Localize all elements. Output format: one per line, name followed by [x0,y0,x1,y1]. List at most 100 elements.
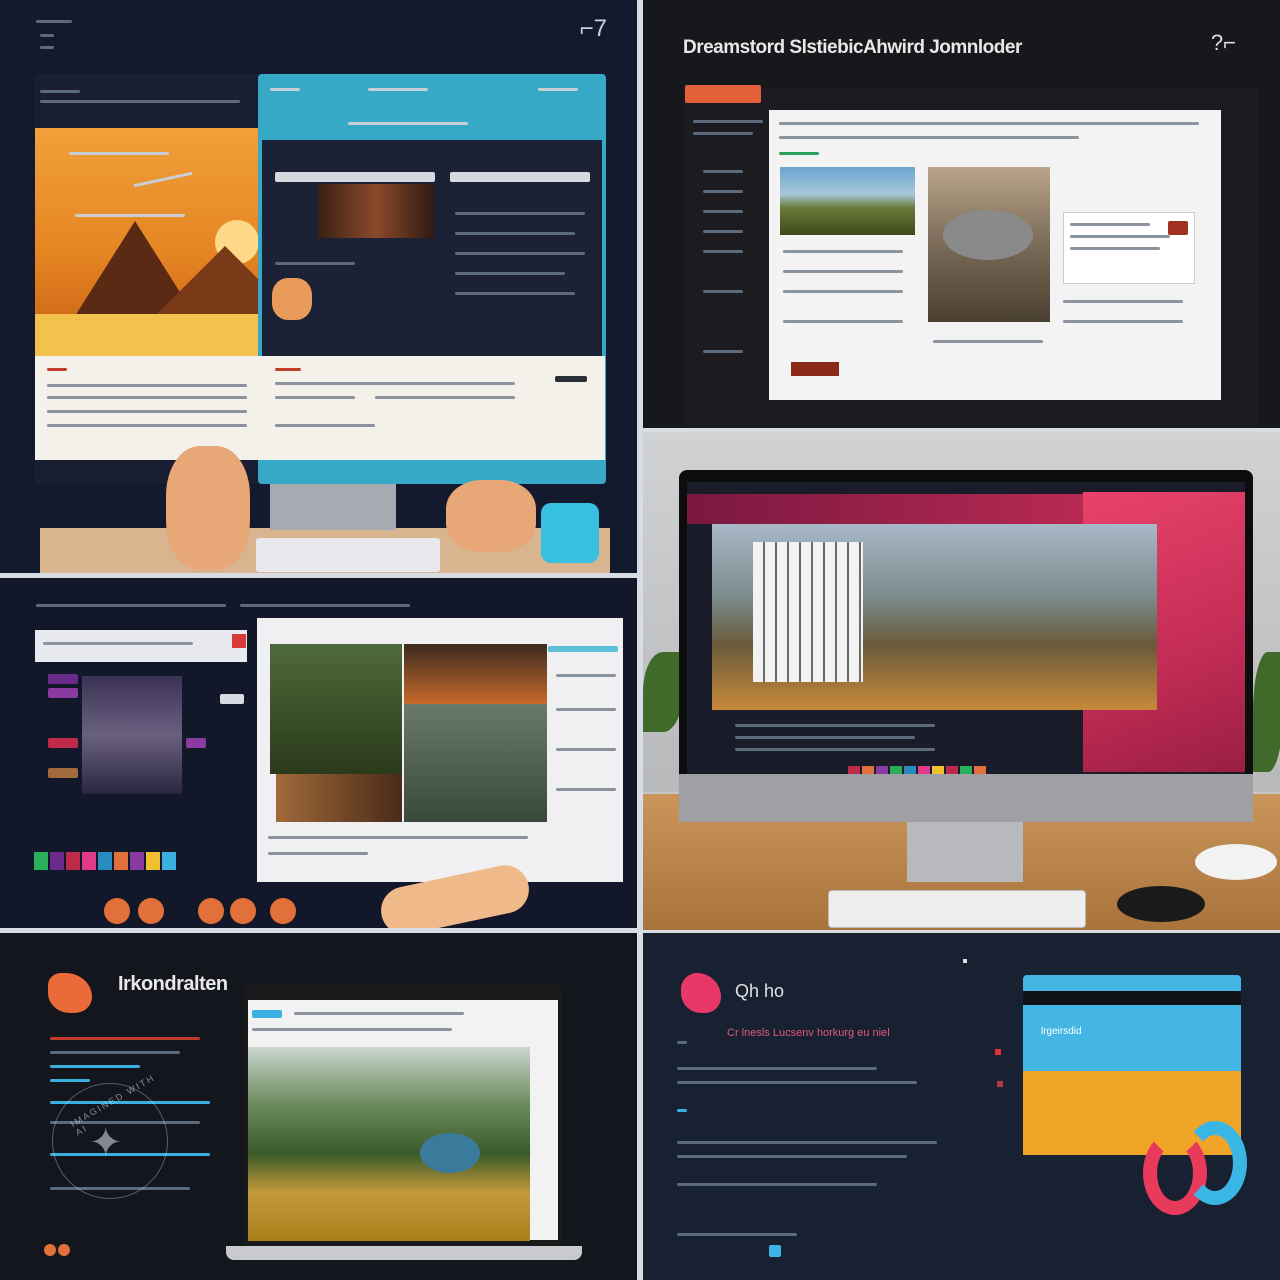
text-line [677,1081,917,1084]
plant [643,652,683,732]
sidebar-item[interactable] [703,210,743,213]
text-line [47,410,247,413]
color-swatch[interactable] [66,852,80,870]
thumbnail-image[interactable] [272,278,312,320]
sidebar-item[interactable] [703,250,743,253]
color-swatch[interactable] [50,852,64,870]
control-button[interactable] [220,694,244,704]
brand-name: Qh ho [735,981,785,1001]
sidebar-item[interactable] [703,230,743,233]
text-line [69,152,169,155]
text-line [783,270,903,273]
panel-middle-left [0,578,637,928]
watermark-badge: IMAGINED WITH AI ✦ [52,1072,168,1199]
panel-bottom-left: Irkondralten IMAGINED WITH AI ✦ [0,933,637,1280]
text-line [268,836,528,839]
text-line [538,88,578,91]
text-line [240,604,410,607]
emoji-icon [270,898,296,924]
color-swatch[interactable] [98,852,112,870]
search-bar[interactable] [450,172,590,182]
river-shape [420,1133,480,1173]
text-line [275,382,515,385]
swatch [1168,221,1188,235]
sidebar-item[interactable] [703,170,743,173]
sidebar-item[interactable] [703,190,743,193]
emoji-icon [138,898,164,924]
color-swatch[interactable] [82,852,96,870]
gallery-image[interactable] [404,704,547,822]
landscape-image[interactable] [248,1047,530,1241]
layer-thumb[interactable] [48,738,78,748]
toggle-button[interactable] [555,376,587,382]
text-line [677,1041,687,1044]
mouse [1117,886,1205,922]
gallery-image[interactable] [404,644,547,704]
sidebar-item[interactable] [693,120,763,123]
color-swatch[interactable] [146,852,160,870]
text-line [275,424,375,427]
text-line [783,320,903,323]
color-swatch[interactable] [34,852,48,870]
text-line [368,88,428,91]
text-line [47,384,247,387]
monitor-chin [679,774,1253,822]
text-line [50,1051,180,1054]
thumbnail-image[interactable] [318,184,434,238]
sidebar-item[interactable] [703,290,743,293]
nav-item[interactable] [252,1010,282,1018]
panel-bottom-right: Qh ho Cr lnesls Lucsenv horkurg eu niel … [643,933,1280,1280]
text-line [677,1233,797,1236]
text-line [783,250,903,253]
mouse [1195,844,1277,880]
text-line [677,1183,877,1186]
sidebar-item[interactable] [693,132,753,135]
status-dot [58,1244,70,1256]
primary-button[interactable] [685,85,761,103]
sidebar-item[interactable] [703,350,743,353]
close-icon[interactable] [232,634,246,648]
text-line [40,46,54,49]
nav-item[interactable] [50,1065,140,1068]
panel-top-left: ⌐7 [0,0,637,573]
status-bar[interactable] [791,362,839,376]
text-line [556,788,616,791]
orange-hero-image[interactable] [35,128,295,356]
keyboard [256,538,440,572]
page-title: Dreamstord SlstiebicAhwird Jomnloder [683,37,1022,58]
gallery-image[interactable] [276,774,402,822]
color-swatch[interactable] [162,852,176,870]
text-line [47,424,247,427]
toggle-button[interactable] [769,1245,781,1257]
text-line [275,396,355,399]
window-icon[interactable]: ?⌐ [1211,30,1236,56]
text-line [735,748,935,751]
text-line [40,100,240,103]
nav-item[interactable] [50,1079,90,1082]
search-bar[interactable] [275,172,435,182]
layer-thumb[interactable] [48,688,78,698]
text-line [556,674,616,677]
hand-illustration [166,446,250,570]
video-preview[interactable] [82,676,182,794]
color-palette [34,852,176,870]
toolbar [35,630,247,662]
layer-thumb[interactable] [48,768,78,778]
text-line [1070,223,1150,226]
layer-thumb[interactable] [186,738,206,748]
layer-thumb[interactable] [48,674,78,684]
text-line [677,1109,687,1112]
text-line [40,34,54,37]
gallery-image[interactable] [270,644,402,774]
text-line [43,642,193,645]
text-line [348,122,468,125]
landscape-image[interactable] [780,167,915,235]
color-swatch[interactable] [130,852,144,870]
text-line [455,252,585,255]
building-shape [753,542,863,682]
window-icon[interactable]: ⌐7 [580,15,607,43]
text-line [294,1012,464,1015]
brand-logo-icon [681,973,721,1013]
text-line [779,136,1079,139]
color-swatch[interactable] [114,852,128,870]
